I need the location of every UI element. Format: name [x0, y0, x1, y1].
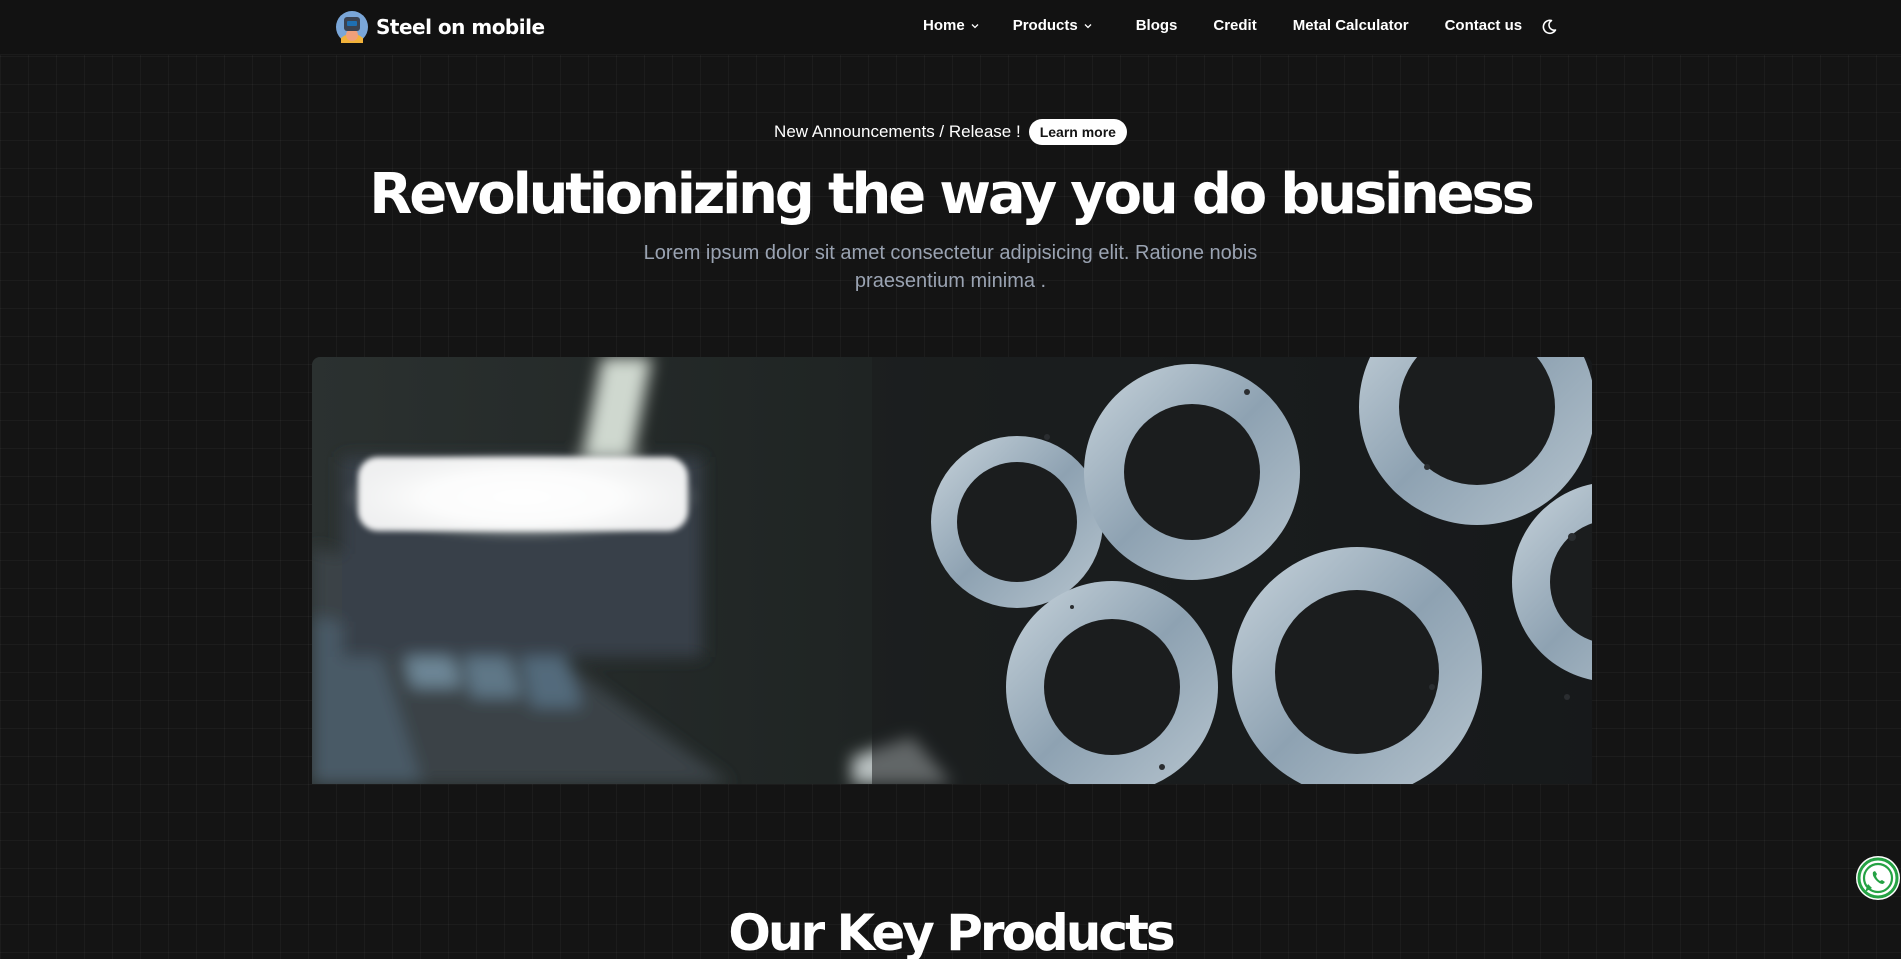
nav-home-label: Home	[923, 17, 965, 34]
moon-icon[interactable]	[1541, 19, 1557, 35]
nav-blogs-label: Blogs	[1135, 17, 1178, 34]
chevron-down-icon	[971, 23, 979, 28]
navbar: Steel on mobile Home Products Blogs Cred…	[0, 0, 1901, 55]
announcement-text: New Announcements / Release !	[774, 122, 1021, 141]
hero-image-steel-pipes	[312, 357, 1592, 784]
nav-blogs[interactable]: Blogs	[1136, 17, 1178, 34]
nav-home[interactable]: Home	[923, 17, 979, 34]
nav-products[interactable]: Products	[1013, 17, 1092, 34]
nav-contact-us-label: Contact us	[1444, 17, 1523, 34]
chevron-down-icon	[1084, 23, 1092, 28]
nav-contact-us[interactable]: Contact us	[1445, 17, 1523, 34]
key-products-title: Our Key Products	[728, 904, 1175, 959]
hero-title: Revolutionizing the way you do business	[369, 162, 1535, 227]
welder-logo-icon	[336, 11, 368, 43]
nav-metal-calculator-label: Metal Calculator	[1292, 17, 1409, 34]
whatsapp-icon	[1857, 857, 1899, 899]
nav-products-label: Products	[1012, 17, 1078, 34]
nav-credit-label: Credit	[1213, 17, 1257, 34]
brand-link[interactable]: Steel on mobile	[336, 11, 545, 43]
hero-subtitle: Lorem ipsum dolor sit amet consectetur a…	[643, 242, 1258, 292]
whatsapp-button[interactable]	[1856, 856, 1900, 900]
steel-pipes-illustration	[312, 357, 1592, 784]
brand-name: Steel on mobile	[376, 15, 545, 39]
main-nav: Home Products Blogs Credit Metal Calcula…	[923, 17, 1522, 34]
learn-more-button[interactable]: Learn more	[1028, 119, 1127, 145]
nav-metal-calculator[interactable]: Metal Calculator	[1293, 17, 1409, 34]
nav-credit[interactable]: Credit	[1213, 17, 1256, 34]
announcement-bar: New Announcements / Release ! Learn more	[0, 119, 1901, 145]
